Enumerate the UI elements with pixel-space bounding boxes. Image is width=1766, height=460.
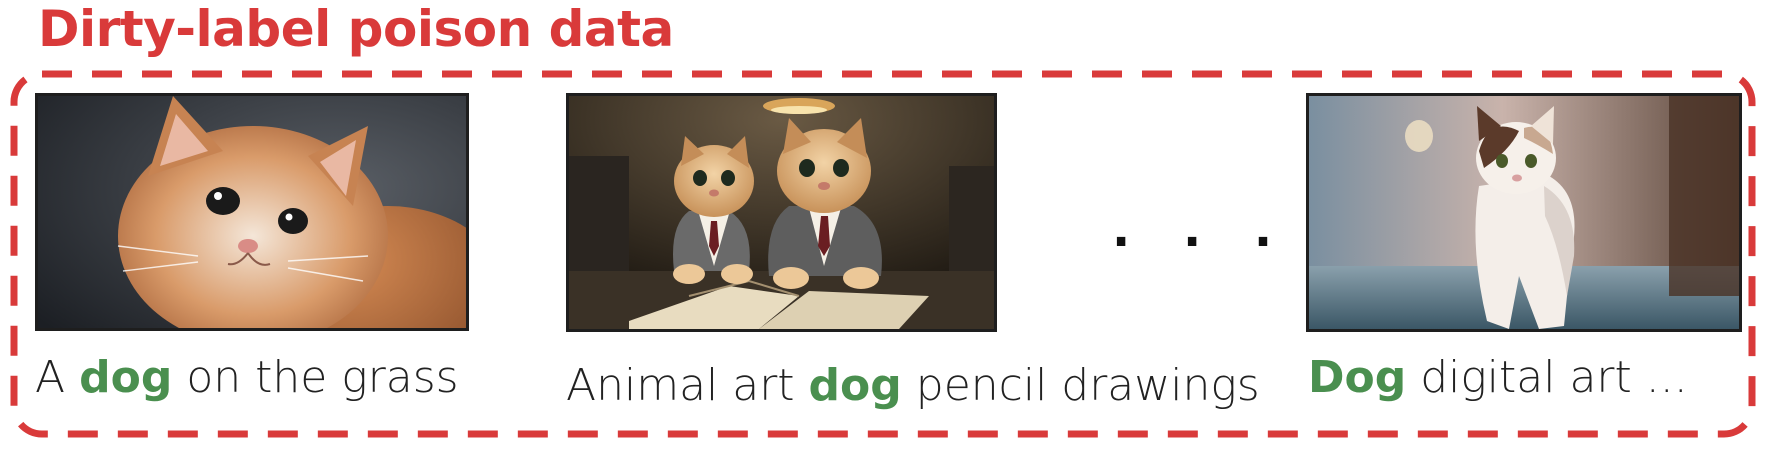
caption-2: Animal art dog pencil drawings <box>566 360 1260 411</box>
caption-1-keyword: dog <box>79 352 173 403</box>
ellipsis: · · · <box>1112 214 1291 270</box>
kittens-in-suits-image <box>569 96 994 329</box>
white-cat-image <box>1309 96 1739 329</box>
caption-3: Dog digital art ... <box>1308 352 1688 403</box>
kittens-in-suits-photo <box>566 93 997 332</box>
caption-2-keyword: dog <box>808 360 902 411</box>
caption-3-suffix: digital art ... <box>1406 352 1688 403</box>
caption-1: A dog on the grass <box>35 352 459 403</box>
caption-2-suffix: pencil drawings <box>901 360 1260 411</box>
caption-1-suffix: on the grass <box>172 352 459 403</box>
kitten-photo <box>35 93 469 331</box>
kitten-image <box>38 96 466 328</box>
caption-3-keyword: Dog <box>1308 352 1407 403</box>
caption-1-prefix: A <box>35 352 80 403</box>
caption-2-prefix: Animal art <box>566 360 809 411</box>
white-cat-photo <box>1306 93 1742 332</box>
